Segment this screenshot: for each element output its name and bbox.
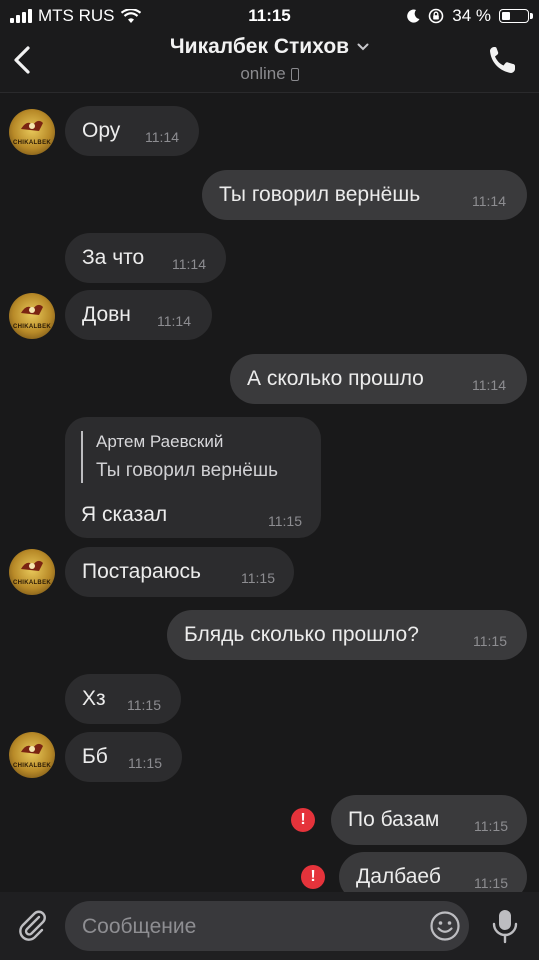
mobile-device-icon [290, 67, 299, 81]
message-input-bar: Сообщение [0, 892, 539, 960]
reply-text: Ты говорил вернёшь [96, 460, 278, 481]
message-text: За что [82, 246, 145, 269]
message-time: 11:14 [172, 256, 206, 272]
message-time: 11:14 [145, 129, 179, 145]
rotation-lock-icon [428, 8, 444, 24]
avatar-logo-icon [21, 304, 43, 315]
message-text: Хз [82, 687, 106, 710]
battery-percent: 34 % [452, 6, 491, 25]
chevron-down-icon [357, 43, 369, 51]
message-time: 11:14 [472, 193, 506, 209]
message-bubble-outgoing[interactable]: Ты говорил вернёшь 11:14 [202, 170, 527, 220]
back-button[interactable] [8, 40, 38, 80]
message-bubble-incoming[interactable]: Постараюсь 11:15 [65, 547, 294, 597]
avatar[interactable]: CHIKALBEK [9, 732, 55, 778]
message-text: Блядь сколько прошло? [184, 623, 419, 646]
message-text: Бб [82, 745, 108, 768]
battery-level [502, 12, 510, 20]
emoji-icon [430, 911, 460, 941]
message-bubble-incoming[interactable]: Бб 11:15 [65, 732, 182, 782]
message-text: Далбаеб [356, 865, 441, 888]
voice-message-button[interactable] [488, 908, 522, 944]
avatar-logo-icon [21, 743, 43, 754]
avatar[interactable]: CHIKALBEK [9, 109, 55, 155]
microphone-icon [492, 910, 518, 944]
chat-title: Чикалбек Стихов [169, 35, 350, 58]
message-time: 11:15 [268, 513, 302, 529]
message-time: 11:15 [128, 755, 162, 771]
message-time: 11:15 [474, 875, 508, 891]
message-time: 11:15 [241, 570, 275, 586]
message-bubble-reply[interactable]: Артем Раевский Ты говорил вернёшь Я сказ… [65, 417, 321, 538]
chevron-left-icon [14, 46, 30, 74]
battery-icon [499, 9, 533, 23]
message-text: Постараюсь [82, 560, 201, 583]
message-time: 11:15 [473, 633, 507, 649]
reply-quote[interactable]: Артем Раевский Ты говорил вернёшь [81, 431, 278, 483]
emoji-button[interactable] [429, 910, 461, 942]
avatar[interactable]: CHIKALBEK [9, 293, 55, 339]
message-text: Ору [82, 119, 121, 142]
message-bubble-incoming[interactable]: Ору 11:14 [65, 106, 199, 156]
message-bubble-incoming[interactable]: За что 11:14 [65, 233, 226, 283]
call-button[interactable] [487, 44, 517, 76]
message-placeholder: Сообщение [82, 915, 197, 938]
chat-screen: MTS RUS 11:15 34 % Чикалбек Стихов onlin… [0, 0, 539, 960]
moon-icon [407, 9, 420, 23]
chat-title-area[interactable]: Чикалбек Стихов online [120, 35, 419, 84]
message-input[interactable]: Сообщение [65, 901, 469, 951]
message-time: 11:15 [127, 697, 161, 713]
message-text: Довн [82, 303, 131, 326]
attach-button[interactable] [14, 906, 50, 942]
message-bubble-incoming[interactable]: Довн 11:14 [65, 290, 212, 340]
message-text: Я сказал [81, 503, 168, 526]
message-bubble-outgoing[interactable]: А сколько прошло 11:14 [230, 354, 527, 404]
message-text: А сколько прошло [247, 367, 424, 390]
message-bubble-outgoing[interactable]: Блядь сколько прошло? 11:15 [167, 610, 527, 660]
paperclip-icon [19, 910, 46, 941]
send-error-icon[interactable]: ! [301, 865, 325, 889]
chat-header: Чикалбек Стихов online [0, 32, 539, 93]
avatar[interactable]: CHIKALBEK [9, 549, 55, 595]
message-text: Ты говорил вернёшь [219, 183, 421, 206]
avatar-logo-icon [21, 120, 43, 131]
message-time: 11:14 [472, 377, 506, 393]
send-error-icon[interactable]: ! [291, 808, 315, 832]
message-bubble-outgoing[interactable]: По базам 11:15 [331, 795, 527, 845]
online-status: online [240, 64, 286, 83]
message-text: По базам [348, 808, 440, 831]
avatar-logo-icon [21, 560, 43, 571]
message-bubble-incoming[interactable]: Хз 11:15 [65, 674, 181, 724]
reply-author: Артем Раевский [96, 432, 224, 451]
status-bar: MTS RUS 11:15 34 % [0, 0, 539, 32]
phone-icon [490, 47, 515, 73]
message-time: 11:14 [157, 313, 191, 329]
message-time: 11:15 [474, 818, 508, 834]
